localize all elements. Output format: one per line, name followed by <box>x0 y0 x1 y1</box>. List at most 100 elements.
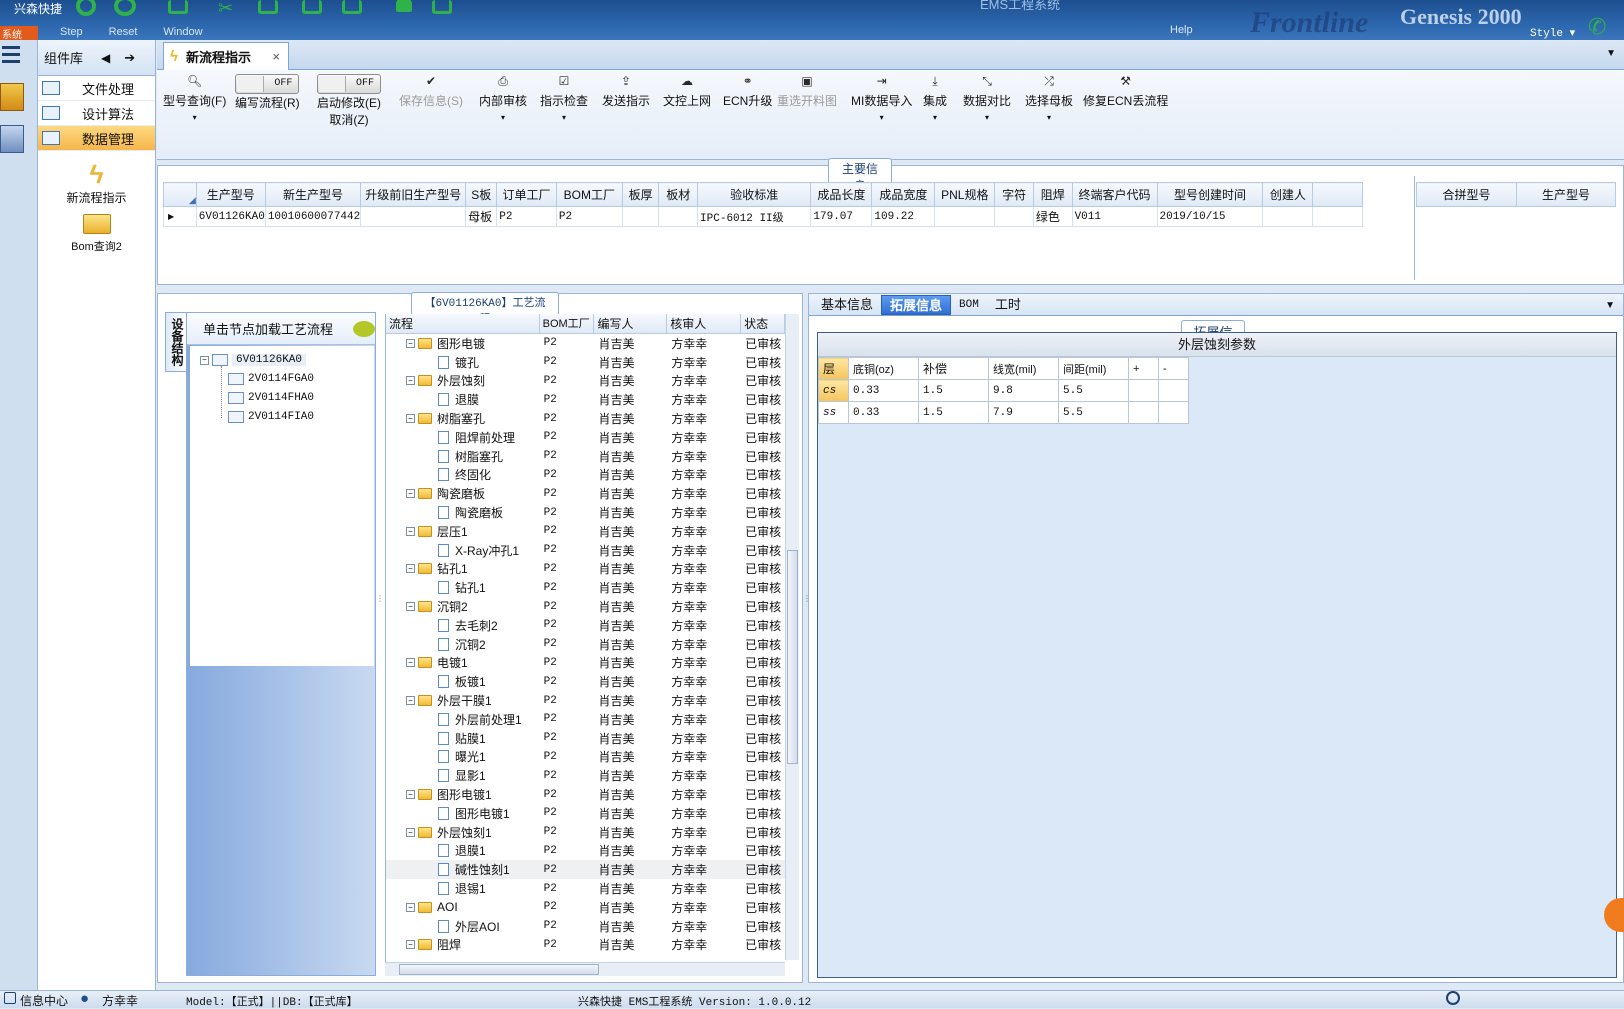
status-cell[interactable]: 已审核 <box>741 372 785 389</box>
status-cell[interactable]: 已审核 <box>741 466 785 483</box>
table-cell[interactable]: 6V01126KA0 <box>195 206 266 227</box>
writer-cell[interactable]: 肖吉美 <box>594 335 667 352</box>
bom-factory-cell[interactable]: P2 <box>540 469 595 481</box>
flow-horizontal-scrollbar[interactable] <box>385 962 785 976</box>
reviewer-cell[interactable]: 方幸幸 <box>667 354 741 371</box>
writer-cell[interactable]: 肖吉美 <box>594 391 667 408</box>
column-header[interactable]: 核审人 <box>667 314 742 333</box>
table-row[interactable]: 终固化 P2 肖吉美 方幸幸 已审核 <box>386 466 785 485</box>
table-row[interactable]: 沉铜2 P2 肖吉美 方幸幸 已审核 <box>386 635 785 654</box>
flow-name-cell[interactable]: − 阻焊 <box>386 936 540 953</box>
table-row[interactable]: 板镀1 P2 肖吉美 方幸幸 已审核 <box>386 672 785 691</box>
scroll-thumb[interactable] <box>399 964 599 975</box>
table-cell[interactable]: 1.5 <box>918 379 989 402</box>
tree-node-root[interactable]: − 6V01126KA0 <box>200 354 307 366</box>
tab-extended-info[interactable]: 拓展信息 <box>881 295 952 315</box>
column-header[interactable]: 型号创建时间 <box>1156 182 1264 207</box>
table-cell[interactable] <box>1128 401 1159 424</box>
column-header[interactable]: 创建人 <box>1262 182 1314 207</box>
writer-cell[interactable]: 肖吉美 <box>594 918 667 935</box>
table-row[interactable]: 退膜 P2 肖吉美 方幸幸 已审核 <box>386 390 785 409</box>
column-header[interactable]: 成品宽度 <box>871 182 936 207</box>
flow-name-cell[interactable]: − 图形电镀1 <box>386 786 540 803</box>
status-cell[interactable]: 已审核 <box>741 504 785 521</box>
cancel-label[interactable]: 取消(Z) <box>329 113 368 127</box>
writer-cell[interactable]: 肖吉美 <box>594 485 667 502</box>
table-cell[interactable] <box>994 206 1034 227</box>
flow-name-cell[interactable]: 碱性蚀刻1 <box>386 861 540 878</box>
flow-name-cell[interactable]: 阻焊前处理 <box>386 429 540 446</box>
table-row[interactable]: cs 0.33 1.5 9.8 5.5 <box>818 379 1189 402</box>
table-row[interactable]: − AOI P2 肖吉美 方幸幸 已审核 <box>386 898 785 917</box>
table-row[interactable]: ss 0.33 1.5 7.9 5.5 <box>818 401 1189 424</box>
sidebar-item-design[interactable]: 设计算法 <box>38 101 155 126</box>
machine-icon[interactable] <box>0 125 24 153</box>
column-header[interactable]: 订单工厂 <box>496 182 557 207</box>
bom-factory-cell[interactable]: P2 <box>540 356 595 368</box>
writer-cell[interactable]: 肖吉美 <box>594 636 667 653</box>
status-cell[interactable]: 已审核 <box>741 523 785 540</box>
table-cell[interactable] <box>621 206 660 227</box>
bom-factory-cell[interactable]: P2 <box>540 413 595 425</box>
reviewer-cell[interactable]: 方幸幸 <box>667 485 741 502</box>
status-cell[interactable]: 已审核 <box>741 560 785 577</box>
flow-name-cell[interactable]: − 外层蚀刻 <box>386 372 540 389</box>
flow-name-cell[interactable]: 外层AOI <box>386 918 540 935</box>
reviewer-cell[interactable]: 方幸幸 <box>667 391 741 408</box>
flow-name-cell[interactable]: − 外层干膜1 <box>386 692 540 709</box>
select-mother-button[interactable]: ⤮ 选择母板 ▾ <box>1025 74 1073 122</box>
table-row[interactable]: − 外层干膜1 P2 肖吉美 方幸幸 已审核 <box>386 691 785 710</box>
bom-factory-cell[interactable]: P2 <box>540 431 595 443</box>
reviewer-cell[interactable]: 方幸幸 <box>667 805 741 822</box>
table-row[interactable]: 陶瓷磨板 P2 肖吉美 方幸幸 已审核 <box>386 503 785 522</box>
bom-factory-cell[interactable]: P2 <box>540 826 595 838</box>
flow-name-cell[interactable]: − 外层蚀刻1 <box>386 824 540 841</box>
flow-name-cell[interactable]: 显影1 <box>386 767 540 784</box>
sidebar-item-file[interactable]: 文件处理 <box>38 76 155 101</box>
writer-cell[interactable]: 肖吉美 <box>594 579 667 596</box>
status-cell[interactable]: 已审核 <box>741 805 785 822</box>
bom-factory-cell[interactable]: P2 <box>540 732 595 744</box>
writer-cell[interactable]: 肖吉美 <box>594 805 667 822</box>
column-header[interactable]: S板 <box>465 182 498 207</box>
collapse-arrow-icon[interactable]: ◀ <box>101 51 110 65</box>
reviewer-cell[interactable]: 方幸幸 <box>667 410 741 427</box>
user-icon[interactable] <box>396 0 412 12</box>
reviewer-cell[interactable]: 方幸幸 <box>667 918 741 935</box>
column-header[interactable]: 成品长度 <box>810 182 873 207</box>
table-row[interactable]: 贴膜1 P2 肖吉美 方幸幸 已审核 <box>386 729 785 748</box>
splitter-handle[interactable]: ⋮ <box>376 594 384 624</box>
table-row[interactable]: − 外层蚀刻 P2 肖吉美 方幸幸 已审核 <box>386 372 785 391</box>
table-cell[interactable]: 母板 <box>465 206 498 227</box>
reviewer-cell[interactable]: 方幸幸 <box>667 448 741 465</box>
bom-factory-cell[interactable]: P2 <box>540 807 595 819</box>
table-cell[interactable] <box>360 206 467 227</box>
start-modify-button[interactable]: OFF 启动修改(E) 取消(Z) <box>317 74 381 128</box>
column-header[interactable]: 层 <box>818 357 849 380</box>
tab-work-hours[interactable]: 工时 <box>987 295 1029 315</box>
instruction-check-button[interactable]: ☑ 指示检查 ▾ <box>540 74 588 122</box>
column-header[interactable]: BOM工厂 <box>555 182 623 207</box>
style-menu[interactable]: Style ▾ <box>1530 26 1575 40</box>
edit-flow-button[interactable]: OFF 编写流程(R) <box>235 74 300 111</box>
table-row[interactable]: 阻焊前处理 P2 肖吉美 方幸幸 已审核 <box>386 428 785 447</box>
search-icon[interactable] <box>76 0 96 16</box>
bom-factory-cell[interactable]: P2 <box>540 789 595 801</box>
writer-cell[interactable]: 肖吉美 <box>594 448 667 465</box>
column-header[interactable]: 板材 <box>658 182 699 207</box>
flow-vertical-scrollbar[interactable] <box>785 314 799 960</box>
reviewer-cell[interactable]: 方幸幸 <box>667 598 741 615</box>
collapse-icon[interactable]: − <box>406 696 415 706</box>
mi-import-button[interactable]: ⇥ MI数据导入 ▾ <box>851 74 912 122</box>
bom-factory-cell[interactable]: P2 <box>540 563 595 575</box>
bom-factory-cell[interactable]: P2 <box>540 488 595 500</box>
reviewer-cell[interactable]: 方幸幸 <box>667 654 741 671</box>
reviewer-cell[interactable]: 方幸幸 <box>667 899 741 916</box>
table-row[interactable]: 退锡1 P2 肖吉美 方幸幸 已审核 <box>386 879 785 898</box>
remove-column-button[interactable]: - <box>1158 357 1189 380</box>
table-cell[interactable] <box>1158 401 1189 424</box>
column-header[interactable]: 状态 <box>741 314 785 333</box>
status-cell[interactable]: 已审核 <box>741 485 785 502</box>
tree-node-child[interactable]: 2V0114FHA0 <box>228 392 314 404</box>
tab-equipment-structure[interactable]: 设备结构 <box>165 312 187 372</box>
